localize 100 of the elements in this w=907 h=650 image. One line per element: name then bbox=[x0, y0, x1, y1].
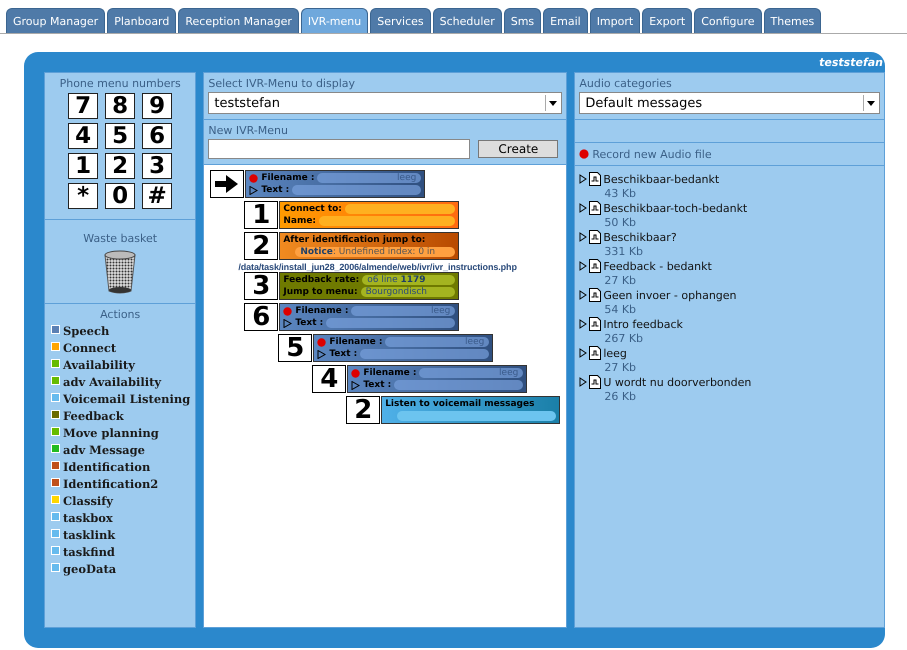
ivr-node[interactable]: Filename : leeg Text : bbox=[347, 365, 528, 393]
ivr-node[interactable]: Filename : leeg Text : bbox=[313, 334, 494, 362]
nav-tab[interactable]: Email bbox=[543, 8, 588, 33]
node-label: Jump to menu: bbox=[283, 287, 358, 297]
number-key[interactable]: # bbox=[142, 183, 172, 209]
nav-tab[interactable]: Reception Manager bbox=[178, 8, 299, 33]
audio-file-name[interactable]: Intro feedback bbox=[603, 318, 683, 330]
nav-tab[interactable]: Export bbox=[642, 8, 692, 33]
node-label: Filename : bbox=[261, 173, 314, 183]
play-icon[interactable] bbox=[579, 377, 588, 387]
ivr-node[interactable]: Filename : leeg Text : bbox=[245, 170, 426, 198]
node-label: Listen to voicemail messages bbox=[385, 399, 534, 409]
create-button[interactable]: Create bbox=[478, 140, 558, 158]
number-key[interactable]: 7 bbox=[68, 93, 98, 119]
node-field[interactable] bbox=[394, 380, 524, 390]
nav-tab[interactable]: Group Manager bbox=[6, 8, 106, 33]
ivr-menu-select[interactable]: teststefan bbox=[208, 92, 562, 114]
play-icon[interactable] bbox=[579, 261, 588, 271]
node-field[interactable] bbox=[397, 411, 556, 421]
ivr-node[interactable]: Connect to: Name: bbox=[279, 201, 460, 229]
number-key[interactable]: 6 bbox=[142, 123, 172, 149]
audio-category-select[interactable]: Default messages bbox=[579, 92, 880, 114]
play-icon[interactable] bbox=[579, 174, 588, 184]
number-key[interactable]: 3 bbox=[142, 153, 172, 179]
action-item[interactable]: Voicemail Listening bbox=[63, 392, 190, 406]
audio-file-name[interactable]: Beschikbaar-toch-bedankt bbox=[603, 202, 748, 214]
nav-tab[interactable]: Scheduler bbox=[432, 8, 502, 33]
node-field[interactable]: Notice: Undefined index: 0 in bbox=[295, 247, 456, 257]
audio-file-name[interactable]: U wordt nu doorverbonden bbox=[603, 376, 752, 388]
dropdown-caret-icon[interactable] bbox=[867, 100, 875, 106]
play-icon[interactable] bbox=[579, 319, 588, 329]
number-key[interactable]: 9 bbox=[142, 93, 172, 119]
number-key[interactable]: 4 bbox=[68, 123, 98, 149]
node-label: Filename : bbox=[329, 337, 382, 347]
audio-file-icon bbox=[589, 230, 602, 244]
action-item[interactable]: Speech bbox=[63, 324, 110, 338]
node-field[interactable] bbox=[344, 204, 456, 214]
action-item[interactable]: taskfind bbox=[63, 545, 115, 559]
record-icon[interactable] bbox=[579, 149, 590, 159]
file-size: 27 Kb bbox=[603, 273, 638, 288]
dropdown-caret-icon[interactable] bbox=[549, 100, 558, 106]
action-item[interactable]: Classify bbox=[63, 494, 113, 508]
play-icon[interactable] bbox=[351, 380, 360, 390]
node-label: Connect to: bbox=[283, 204, 342, 214]
ivr-node[interactable]: Filename : leeg Text : bbox=[279, 303, 460, 331]
action-item[interactable]: Feedback bbox=[63, 409, 124, 423]
action-item[interactable]: geoData bbox=[63, 562, 116, 576]
action-item[interactable]: tasklink bbox=[63, 528, 116, 542]
play-icon[interactable] bbox=[579, 232, 588, 242]
audio-file-name[interactable]: Beschikbaar? bbox=[603, 230, 677, 244]
action-item[interactable]: adv Message bbox=[63, 443, 145, 457]
trash-bin-icon[interactable] bbox=[103, 249, 138, 295]
number-key[interactable]: 8 bbox=[105, 93, 136, 119]
audio-file-name[interactable]: Beschikbaar-bedankt bbox=[603, 172, 720, 186]
node-label: After identification jump to: bbox=[283, 235, 426, 245]
nav-tab[interactable]: Import bbox=[590, 8, 640, 33]
action-item[interactable]: Availability bbox=[63, 358, 135, 372]
node-field[interactable] bbox=[360, 349, 490, 359]
play-icon[interactable] bbox=[249, 186, 258, 194]
number-key[interactable]: 1 bbox=[68, 153, 98, 179]
number-key[interactable]: 2 bbox=[105, 153, 136, 179]
play-icon[interactable] bbox=[579, 290, 588, 300]
audio-file-name[interactable]: Feedback - bedankt bbox=[603, 260, 712, 272]
number-key[interactable]: 5 bbox=[105, 123, 136, 149]
audio-file-name[interactable]: leeg bbox=[603, 346, 627, 360]
node-field[interactable]: Bourgondisch bbox=[360, 287, 456, 297]
node-field[interactable] bbox=[326, 318, 456, 328]
action-item[interactable]: Identification bbox=[63, 460, 150, 474]
node-label: Name: bbox=[283, 216, 316, 226]
record-link[interactable]: Record new Audio file bbox=[592, 148, 712, 160]
play-icon[interactable] bbox=[579, 348, 588, 358]
file-size: 50 Kb bbox=[603, 215, 638, 230]
ivr-node[interactable]: After identification jump to: Notice: Undefined index: 0 in bbox=[279, 232, 460, 260]
action-item[interactable]: adv Availability bbox=[63, 375, 162, 389]
number-key[interactable]: * bbox=[68, 183, 98, 209]
menu-key: 2 bbox=[244, 232, 278, 260]
field-label: New IVR-Menu bbox=[208, 124, 289, 137]
nav-tab[interactable]: Services bbox=[370, 8, 431, 33]
node-field[interactable]: o6 line 1179 bbox=[362, 275, 456, 285]
number-key[interactable]: 0 bbox=[105, 183, 136, 209]
action-item[interactable]: Connect bbox=[63, 341, 116, 355]
nav-tab[interactable]: Planboard bbox=[107, 8, 176, 33]
action-item[interactable]: Move planning bbox=[63, 426, 159, 440]
action-item[interactable]: taskbox bbox=[63, 511, 113, 525]
node-field[interactable] bbox=[292, 185, 422, 195]
play-icon[interactable] bbox=[283, 318, 292, 328]
node-field[interactable] bbox=[319, 216, 456, 226]
audio-file-icon bbox=[589, 288, 602, 302]
new-menu-input[interactable] bbox=[208, 139, 470, 159]
nav-tab[interactable]: Sms bbox=[504, 8, 542, 33]
nav-tab[interactable]: Themes bbox=[764, 8, 822, 33]
node-label: Text : bbox=[261, 185, 290, 195]
nav-tab[interactable]: Configure bbox=[694, 8, 762, 33]
file-size: 27 Kb bbox=[603, 360, 638, 375]
play-icon[interactable] bbox=[579, 203, 588, 213]
audio-file-name[interactable]: Geen invoer - ophangen bbox=[603, 288, 737, 302]
ivr-node[interactable]: Feedback rate: o6 line 1179 Jump to menu: Bourgondisch bbox=[279, 272, 460, 300]
play-icon[interactable] bbox=[317, 350, 326, 358]
ivr-node[interactable]: Listen to voicemail messages bbox=[381, 396, 560, 424]
action-item[interactable]: Identification2 bbox=[63, 477, 158, 491]
